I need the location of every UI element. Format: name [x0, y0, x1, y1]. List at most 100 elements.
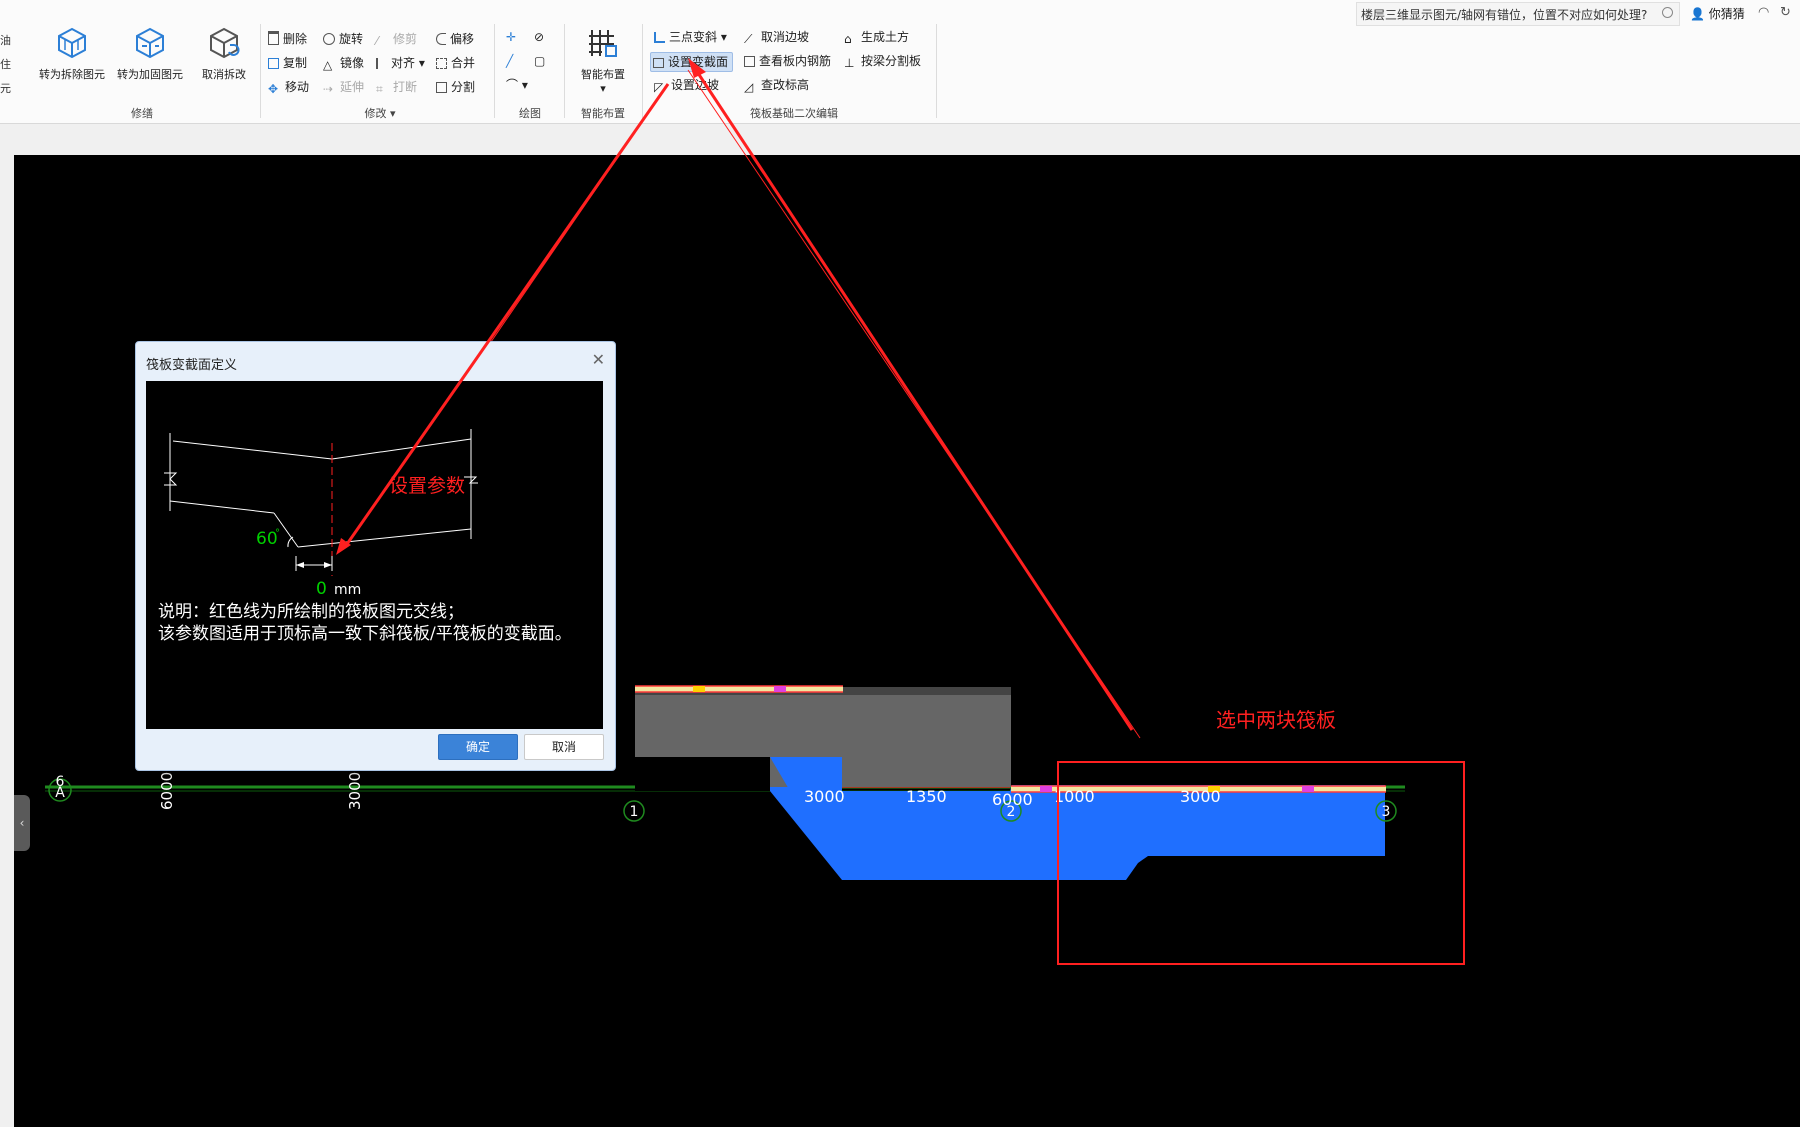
align-button[interactable]: 对齐 ▾: [376, 54, 425, 72]
delete-button[interactable]: 删除: [268, 30, 307, 48]
set-params-note: 设置参数: [389, 475, 465, 497]
rebar-icon: [744, 56, 755, 67]
split-button[interactable]: 分割: [436, 78, 475, 96]
top-right-line: [331, 438, 472, 460]
help-search-box[interactable]: 楼层三维显示图元/轴网有错位，位置不对应如何处理?: [1356, 2, 1680, 26]
split-by-beam-button[interactable]: ⊥ 按梁分割板: [844, 52, 921, 70]
line-draw-icon[interactable]: ╱: [506, 52, 513, 70]
set-variable-section-label: 设置变截面: [668, 55, 729, 69]
cube-reinforce-icon: [136, 27, 164, 59]
cancel-button[interactable]: 取消: [524, 734, 604, 760]
rect-draw-icon[interactable]: ▢: [534, 52, 545, 70]
arc-draw-icon[interactable]: ⌒ ▾: [506, 76, 528, 94]
merge-icon: [436, 58, 447, 69]
move-label: 移动: [285, 80, 310, 94]
set-side-slope-label: 设置边坡: [671, 78, 720, 92]
ribbon-edge-item-2[interactable]: 住: [0, 56, 11, 72]
mirror-icon: △: [323, 58, 333, 72]
help-search-text: 楼层三维显示图元/轴网有错位，位置不对应如何处理?: [1361, 8, 1648, 22]
ribbon-edge-item-1[interactable]: 油: [0, 32, 11, 48]
ribbon: 油 住 元 楼层三维显示图元/轴网有错位，位置不对应如何处理? 👤 你猜猜 ◠ …: [0, 0, 1800, 124]
break-icon: ⌗: [376, 82, 383, 96]
view-slab-rebar-button[interactable]: 查看板内钢筋: [744, 52, 831, 70]
trim-button[interactable]: ⁄ 修剪: [376, 30, 417, 48]
move-button[interactable]: ✥ 移动: [268, 78, 309, 96]
variable-section-dialog: 筏板变截面定义 ✕ 60 ° 0 mm 设置参数 说明：红色线为所绘制的筏板图元…: [135, 341, 616, 771]
left-panel-edge: [0, 155, 15, 1127]
slope-icon: [654, 32, 665, 43]
copy-label: 复制: [283, 56, 308, 70]
width-unit: mm: [334, 582, 361, 598]
rotate-label: 旋转: [339, 32, 364, 46]
dialog-title: 筏板变截面定义: [146, 358, 238, 373]
group-title-modify-text: 修改: [364, 107, 387, 120]
extend-label: 延伸: [340, 80, 365, 94]
note-line-2: 该参数图适用于顶标高一致下斜筏板/平筏板的变截面。: [158, 624, 572, 644]
generate-earthwork-button[interactable]: ⌂ 生成土方: [844, 28, 909, 46]
merge-label: 合并: [451, 56, 476, 70]
split-icon: [436, 82, 447, 93]
check-elevation-button[interactable]: ◿ 查改标高: [744, 76, 809, 94]
cancel-slope-icon: ⟋: [744, 32, 753, 46]
break-label: 打断: [393, 80, 418, 94]
merge-button[interactable]: 合并: [436, 54, 475, 72]
cancel-renovation-button[interactable]: 取消拆改: [186, 26, 262, 82]
group-smart: 智能布置 ▾ 智能布置: [566, 20, 640, 123]
smart-layout-label: 智能布置: [581, 68, 625, 81]
group-raft-edit: 三点变斜 ▾ ⟋ 取消边坡 ⌂ 生成土方 设置变截面 查看板内钢筋 ⊥ 按梁分割板 ◸…: [648, 20, 940, 123]
bottom-left-line: [169, 500, 275, 514]
copy-button[interactable]: 复制: [268, 54, 307, 72]
set-variable-section-button[interactable]: 设置变截面: [650, 52, 734, 72]
convert-reinforce-label: 转为加固图元: [117, 68, 183, 81]
move-icon: ✥: [268, 82, 279, 96]
cancel-slope-button[interactable]: ⟋ 取消边坡: [744, 28, 809, 46]
split-label: 分割: [451, 80, 476, 94]
circle-draw-icon[interactable]: ⊘: [534, 28, 544, 46]
ok-button[interactable]: 确定: [438, 734, 518, 760]
three-point-slope-button[interactable]: 三点变斜 ▾: [654, 28, 727, 46]
refresh-icon[interactable]: ↻: [1780, 5, 1791, 20]
generate-earthwork-label: 生成土方: [861, 30, 910, 44]
top-left-line: [172, 440, 333, 460]
ribbon-edge-item-3[interactable]: 元: [0, 80, 11, 96]
cube-undo-icon: [210, 27, 240, 59]
extend-button[interactable]: ⇢ 延伸: [323, 78, 364, 96]
section-diagram-svg: 60 ° 0 mm 设置参数: [164, 429, 478, 599]
cube-demolish-icon: [58, 27, 86, 59]
three-point-slope-label: 三点变斜: [669, 30, 718, 44]
extend-icon: ⇢: [323, 82, 334, 96]
width-value[interactable]: 0: [316, 579, 327, 599]
smart-layout-button[interactable]: 智能布置 ▾: [566, 26, 640, 95]
grid-layout-icon: [589, 30, 617, 57]
trim-icon: ⁄: [376, 34, 379, 48]
group-title-modify[interactable]: 修改 ▾: [266, 105, 494, 121]
mirror-button[interactable]: △ 镜像: [323, 54, 364, 72]
offset-button[interactable]: 偏移: [436, 30, 474, 48]
variable-section-icon: [653, 58, 664, 68]
collapse-panel-button[interactable]: ‹: [14, 795, 30, 851]
point-draw-icon[interactable]: ✛: [506, 28, 516, 46]
align-label: 对齐: [391, 56, 416, 70]
headset-icon[interactable]: ◠: [1758, 5, 1769, 20]
close-icon[interactable]: ✕: [592, 350, 605, 369]
cancel-slope-label: 取消边坡: [761, 30, 810, 44]
convert-reinforce-button[interactable]: 转为加固图元: [112, 26, 188, 82]
copy-icon: [268, 58, 279, 69]
section-diagram: 60 ° 0 mm 设置参数 说明：红色线为所绘制的筏板图元交线； 该参数图适用…: [146, 381, 603, 729]
set-side-slope-button[interactable]: ◸ 设置边坡: [654, 76, 719, 94]
trash-icon: [268, 31, 279, 45]
rotate-button[interactable]: 旋转: [323, 30, 363, 48]
break-button[interactable]: ⌗ 打断: [376, 78, 417, 96]
canvas-toolbar-strip: [0, 124, 1800, 155]
earthwork-icon: ⌂: [844, 32, 852, 46]
user-name: 你猜猜: [1708, 7, 1745, 21]
convert-demolish-button[interactable]: 转为拆除图元: [34, 26, 110, 82]
split-by-beam-icon: ⊥: [844, 56, 855, 70]
group-title-repair: 修缮: [131, 107, 153, 120]
group-title-smart: 智能布置: [581, 107, 625, 120]
user-menu[interactable]: 👤 你猜猜: [1690, 5, 1745, 22]
group-modify: 删除 旋转 ⁄ 修剪 偏移 复制 △ 镜像 对齐 ▾ 合并 ✥ 移动 ⇢ 延伸 ⌗ 打断 …: [266, 20, 494, 123]
offset-label: 偏移: [450, 32, 475, 46]
search-icon[interactable]: [1662, 7, 1673, 18]
side-slope-icon: ◸: [654, 80, 664, 94]
